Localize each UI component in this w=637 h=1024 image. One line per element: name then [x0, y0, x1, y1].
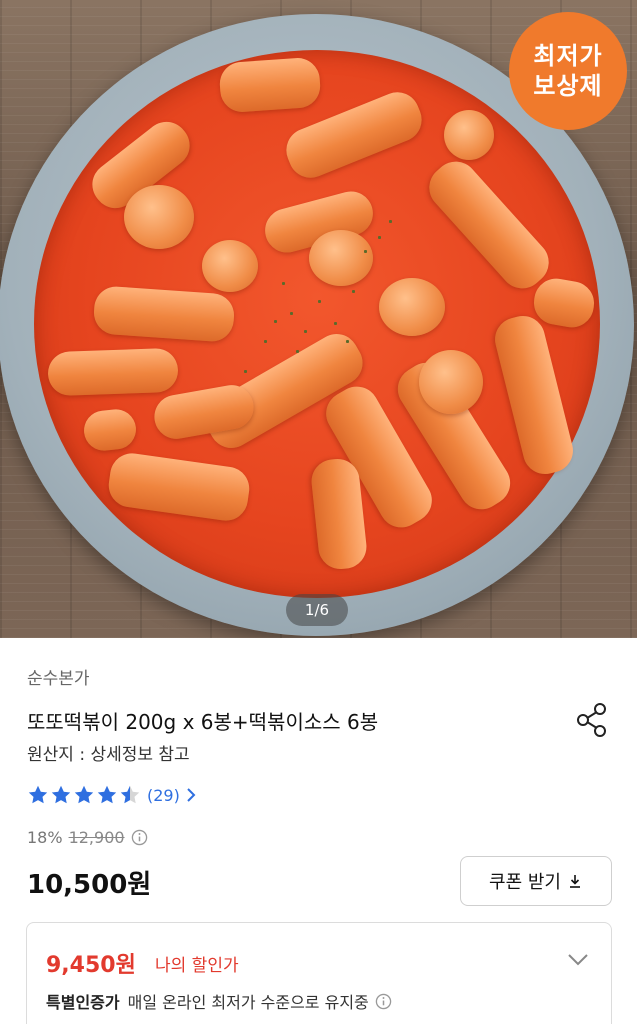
review-count[interactable]: (29) [147, 786, 180, 805]
star-rating [27, 784, 141, 806]
herb-flake [378, 236, 381, 239]
rice-ball [309, 230, 373, 286]
herb-flake [304, 330, 307, 333]
badge-line-2: 보상제 [533, 72, 603, 100]
rice-ball [444, 110, 494, 160]
herb-flake [352, 290, 355, 293]
image-pager: 1/6 [286, 594, 348, 626]
rice-ball [419, 350, 483, 414]
rice-cake [530, 275, 598, 331]
rating-row[interactable]: (29) [27, 784, 196, 806]
download-icon [569, 875, 580, 888]
rice-cake [490, 311, 578, 479]
rice-ball [124, 185, 194, 249]
discount-rate: 18% [27, 828, 63, 847]
star-icon [74, 785, 94, 804]
chevron-down-icon[interactable] [567, 953, 589, 967]
herb-flake [346, 340, 349, 343]
info-icon[interactable] [131, 829, 148, 846]
rice-cake [92, 285, 236, 343]
special-cert-note: 특별인증가 매일 온라인 최저가 수준으로 유지중 [46, 989, 392, 1013]
lowest-price-badge: 최저가 보상제 [509, 12, 627, 130]
herb-flake [318, 300, 321, 303]
star-icon [97, 785, 117, 804]
my-discount-price: 9,450원 [46, 953, 136, 978]
herb-flake [274, 320, 277, 323]
product-image-carousel[interactable]: 최저가 보상제 1/6 [0, 0, 637, 638]
original-price: 12,900 [68, 828, 125, 847]
herb-flake [244, 370, 247, 373]
rice-cake [105, 450, 253, 524]
herb-flake [334, 322, 337, 325]
tteokbokki-sauce [34, 50, 600, 598]
badge-line-1: 최저가 [533, 42, 603, 70]
sale-price: 10,500원 [27, 870, 152, 900]
product-origin: 원산지 : 상세정보 참고 [27, 745, 190, 765]
my-discount-label: 나의 할인가 [155, 956, 239, 976]
product-title: 또또떡볶이 200g x 6봉+떡볶이소스 6봉 [27, 710, 379, 734]
rice-cake [420, 152, 558, 298]
rice-cake [218, 56, 322, 114]
brand-name[interactable]: 순수본가 [27, 664, 90, 689]
star-icon [120, 785, 140, 804]
share-icon[interactable] [572, 700, 612, 740]
herb-flake [282, 282, 285, 285]
herb-flake [290, 312, 293, 315]
herb-flake [264, 340, 267, 343]
rice-ball [202, 240, 258, 292]
special-cert-text: 매일 온라인 최저가 수준으로 유지중 [127, 993, 369, 1012]
discount-row: 18% 12,900 [27, 828, 148, 847]
herb-flake [296, 350, 299, 353]
rice-cake [47, 347, 179, 397]
rice-ball [379, 278, 445, 336]
chevron-right-icon [187, 788, 196, 802]
my-discount-panel[interactable]: 9,450원 나의 할인가 특별인증가 매일 온라인 최저가 수준으로 유지중 [26, 922, 612, 1024]
coupon-download-button[interactable]: 쿠폰 받기 [460, 856, 612, 906]
rice-cake [82, 407, 138, 453]
herb-flake [389, 220, 392, 223]
special-cert-label: 특별인증가 [46, 993, 120, 1012]
coupon-button-label: 쿠폰 받기 [489, 872, 561, 893]
info-icon[interactable] [375, 993, 392, 1010]
star-icon [51, 785, 71, 804]
star-icon [28, 785, 48, 804]
herb-flake [364, 250, 367, 253]
